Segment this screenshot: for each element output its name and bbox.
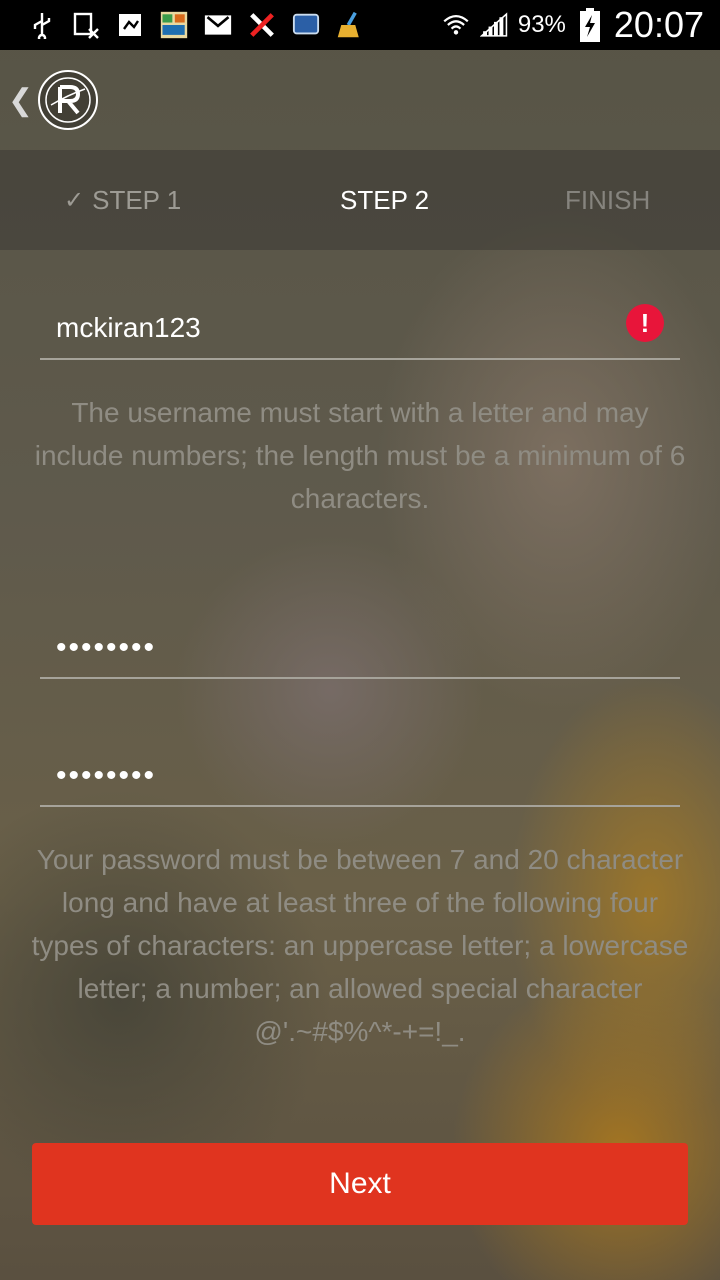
- password-field[interactable]: ••••••••: [40, 617, 680, 679]
- battery-percent: 93%: [517, 11, 566, 38]
- step-indicator: ✓ STEP 1 STEP 2 FINISH: [0, 150, 720, 250]
- step-1-tab: ✓ STEP 1: [64, 150, 181, 250]
- back-chevron-icon[interactable]: ❮: [8, 83, 33, 118]
- status-bar: 93% 20:07: [0, 0, 720, 50]
- clock: 20:07: [613, 4, 704, 45]
- logo-icon: [45, 77, 91, 123]
- check-icon: ✓: [64, 186, 85, 214]
- file-icon: [116, 11, 144, 39]
- battery-icon: [576, 8, 604, 42]
- usb-icon: [28, 11, 56, 39]
- username-field[interactable]: mckiran123 !: [40, 298, 680, 360]
- confirm-password-input[interactable]: ••••••••: [56, 759, 616, 793]
- confirm-password-field[interactable]: ••••••••: [40, 745, 680, 807]
- finish-tab: FINISH: [565, 150, 650, 250]
- step-2-label: STEP 2: [340, 184, 430, 215]
- step-1-label: STEP 1: [92, 184, 182, 215]
- app-logo[interactable]: [38, 70, 98, 130]
- password-hint: Your password must be between 7 and 20 c…: [31, 844, 689, 1047]
- next-button[interactable]: Next: [32, 1143, 688, 1225]
- step-2-tab: STEP 2: [340, 150, 429, 250]
- wifi-icon: [442, 11, 470, 39]
- tools-icon: [248, 11, 276, 39]
- finish-label: FINISH: [565, 184, 651, 215]
- cleaner-icon: [336, 11, 364, 39]
- sim-icon: [72, 11, 100, 39]
- username-hint: The username must start with a letter an…: [34, 397, 686, 514]
- error-icon[interactable]: !: [626, 304, 664, 342]
- signal-icon: [479, 11, 508, 39]
- password-input[interactable]: ••••••••: [56, 631, 616, 665]
- screen-icon: [292, 11, 320, 39]
- app-bar: ❮: [0, 50, 720, 150]
- app-icon: [160, 11, 188, 39]
- gmail-icon: [204, 11, 232, 39]
- username-input[interactable]: mckiran123: [56, 312, 616, 344]
